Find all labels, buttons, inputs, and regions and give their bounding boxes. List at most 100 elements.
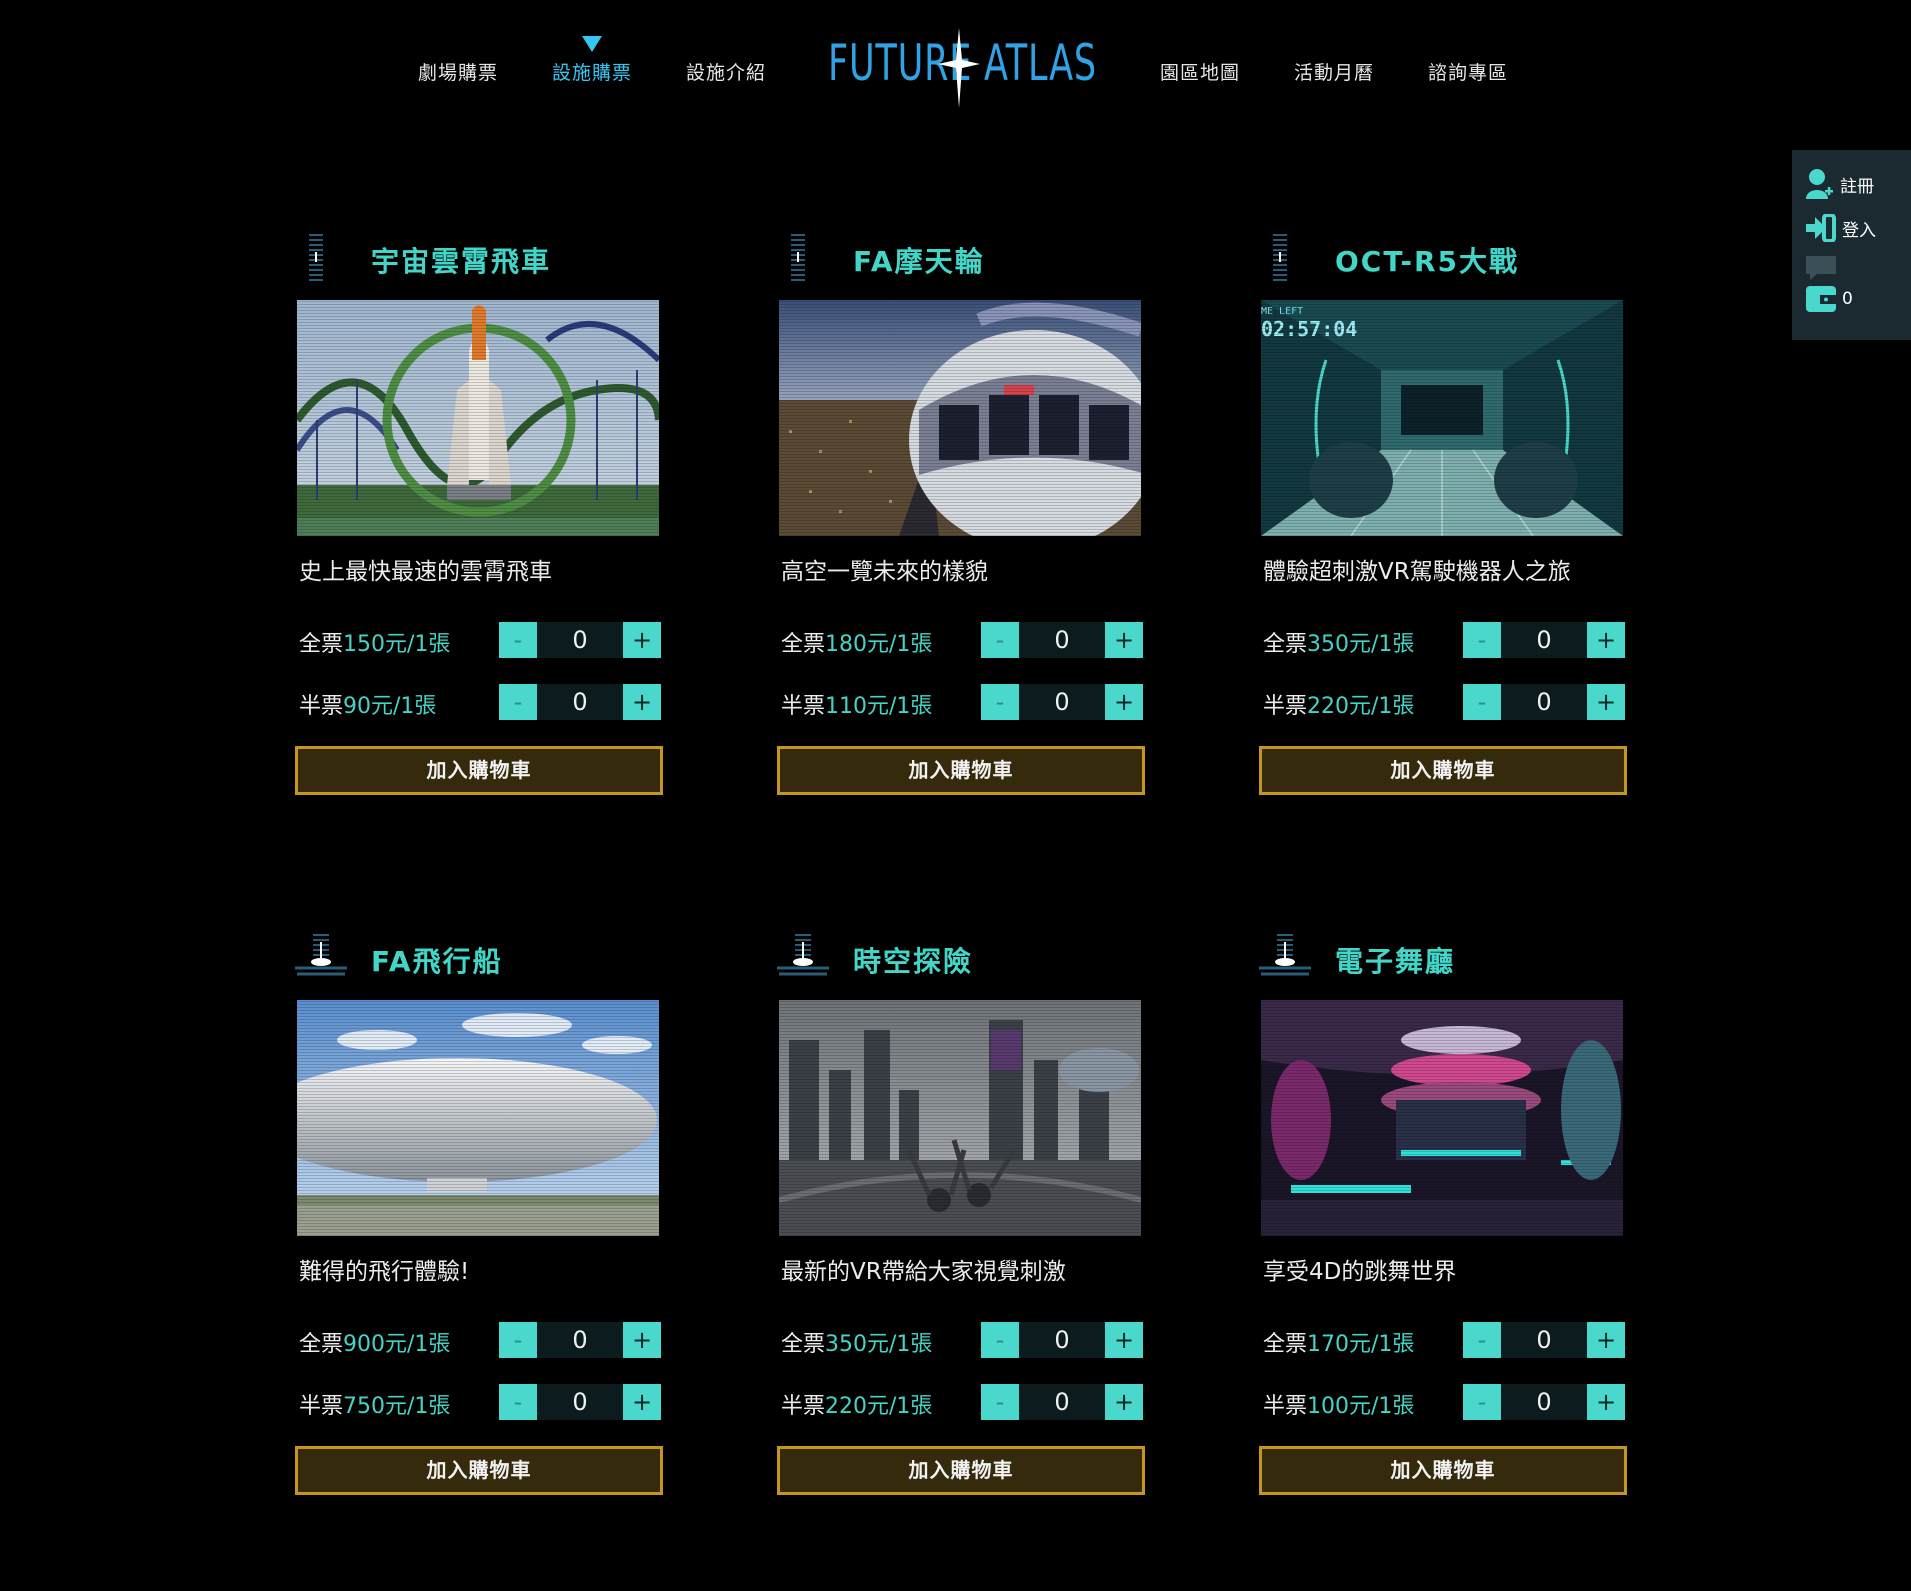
- full-ticket-amount: 180元/1張: [825, 632, 933, 657]
- vr-robot-image[interactable]: ME LEFT 02:57:04: [1261, 300, 1623, 536]
- quantity-input[interactable]: 0: [537, 1322, 623, 1358]
- card-title: 電子舞廳: [1335, 945, 1456, 978]
- quantity-input[interactable]: 0: [537, 622, 623, 658]
- half-ticket-row: 半票750元/1張 - 0 +: [299, 1384, 663, 1420]
- decrease-button[interactable]: -: [981, 622, 1019, 658]
- quantity-input[interactable]: 0: [1501, 684, 1587, 720]
- card-description: 享受4D的跳舞世界: [1263, 1259, 1457, 1285]
- quantity-input[interactable]: 0: [1019, 622, 1105, 658]
- card-description: 體驗超刺激VR駕駛機器人之旅: [1263, 559, 1571, 585]
- message-icon: [1806, 256, 1836, 280]
- decrease-button[interactable]: -: [499, 684, 537, 720]
- increase-button[interactable]: +: [1105, 684, 1143, 720]
- full-ticket-stepper: - 0 +: [1463, 1322, 1625, 1358]
- half-ticket-amount: 110元/1張: [825, 694, 933, 719]
- add-to-cart-button[interactable]: 加入購物車: [295, 1446, 663, 1495]
- joystick-icon: [295, 934, 347, 976]
- decrease-button[interactable]: -: [1463, 684, 1501, 720]
- nav-facility-intro[interactable]: 設施介紹: [686, 58, 766, 85]
- increase-button[interactable]: +: [623, 684, 661, 720]
- coaster-image[interactable]: [297, 300, 659, 536]
- decrease-button[interactable]: -: [1463, 1322, 1501, 1358]
- add-to-cart-button[interactable]: 加入購物車: [1259, 1446, 1627, 1495]
- full-ticket-price: 全票180元/1張: [781, 626, 932, 658]
- quantity-input[interactable]: 0: [1019, 684, 1105, 720]
- card-description: 史上最快最速的雲霄飛車: [299, 559, 552, 585]
- hud-timer: 02:57:04: [1261, 317, 1357, 341]
- card-header: 宇宙雲霄飛車: [295, 230, 663, 290]
- half-ticket-prefix: 半票: [1263, 1394, 1308, 1419]
- increase-button[interactable]: +: [623, 1322, 661, 1358]
- decrease-button[interactable]: -: [981, 1384, 1019, 1420]
- full-ticket-row: 全票350元/1張 - 0 +: [781, 1322, 1145, 1358]
- add-to-cart-button[interactable]: 加入購物車: [1259, 746, 1627, 795]
- full-ticket-amount: 350元/1張: [1307, 632, 1415, 657]
- add-to-cart-button[interactable]: 加入購物車: [295, 746, 663, 795]
- half-ticket-price: 半票220元/1張: [1263, 688, 1414, 720]
- card-title: 時空探險: [853, 945, 974, 978]
- time-adventure-image[interactable]: [779, 1000, 1141, 1236]
- increase-button[interactable]: +: [623, 1384, 661, 1420]
- decrease-button[interactable]: -: [1463, 622, 1501, 658]
- half-ticket-prefix: 半票: [299, 694, 344, 719]
- increase-button[interactable]: +: [1105, 1384, 1143, 1420]
- logo-star-icon: [938, 28, 980, 108]
- quantity-input[interactable]: 0: [1501, 1322, 1587, 1358]
- register-link[interactable]: 註冊: [1806, 168, 1874, 200]
- increase-button[interactable]: +: [1587, 1384, 1625, 1420]
- half-ticket-row: 半票90元/1張 - 0 +: [299, 684, 663, 720]
- quantity-input[interactable]: 0: [537, 1384, 623, 1420]
- quantity-input[interactable]: 0: [537, 684, 623, 720]
- future-atlas-logo[interactable]: FUTURE ATLAS: [826, 28, 1106, 108]
- card-header: FA飛行船: [295, 930, 663, 990]
- card-title: OCT-R5大戰: [1335, 245, 1520, 278]
- decrease-button[interactable]: -: [499, 1322, 537, 1358]
- nav-park-map[interactable]: 園區地圖: [1160, 58, 1240, 85]
- card-header: OCT-R5大戰: [1259, 230, 1627, 290]
- increase-button[interactable]: +: [623, 622, 661, 658]
- increase-button[interactable]: +: [1105, 1322, 1143, 1358]
- wallet-cart-link[interactable]: 0: [1806, 286, 1853, 312]
- register-label: 註冊: [1840, 176, 1874, 197]
- full-ticket-amount: 150元/1張: [343, 632, 451, 657]
- half-ticket-row: 半票220元/1張 - 0 +: [781, 1384, 1145, 1420]
- nav-facility-tickets[interactable]: 設施購票: [552, 58, 632, 85]
- increase-button[interactable]: +: [1587, 1322, 1625, 1358]
- ticket-gauge-icon: [309, 234, 323, 281]
- airship-image[interactable]: [297, 1000, 659, 1236]
- nav-event-calendar[interactable]: 活動月曆: [1294, 58, 1374, 85]
- nav-inquiry[interactable]: 諮詢專區: [1428, 58, 1508, 85]
- full-ticket-prefix: 全票: [1263, 632, 1308, 657]
- message-link[interactable]: [1806, 256, 1836, 280]
- card-header: FA摩天輪: [777, 230, 1145, 290]
- full-ticket-stepper: - 0 +: [1463, 622, 1625, 658]
- decrease-button[interactable]: -: [981, 684, 1019, 720]
- full-ticket-price: 全票170元/1張: [1263, 1326, 1414, 1358]
- decrease-button[interactable]: -: [499, 622, 537, 658]
- quantity-input[interactable]: 0: [1501, 1384, 1587, 1420]
- increase-button[interactable]: +: [1587, 684, 1625, 720]
- dance-hall-image[interactable]: [1261, 1000, 1623, 1236]
- decrease-button[interactable]: -: [499, 1384, 537, 1420]
- full-ticket-row: 全票170元/1張 - 0 +: [1263, 1322, 1627, 1358]
- full-ticket-amount: 350元/1張: [825, 1332, 933, 1357]
- add-to-cart-button[interactable]: 加入購物車: [777, 1446, 1145, 1495]
- nav-theater-tickets[interactable]: 劇場購票: [418, 58, 498, 85]
- decrease-button[interactable]: -: [981, 1322, 1019, 1358]
- half-ticket-prefix: 半票: [781, 1394, 826, 1419]
- quantity-input[interactable]: 0: [1501, 622, 1587, 658]
- half-ticket-price: 半票110元/1張: [781, 688, 932, 720]
- quantity-input[interactable]: 0: [1019, 1384, 1105, 1420]
- half-ticket-row: 半票110元/1張 - 0 +: [781, 684, 1145, 720]
- quantity-input[interactable]: 0: [1019, 1322, 1105, 1358]
- ferris-wheel-image[interactable]: [779, 300, 1141, 536]
- half-ticket-row: 半票100元/1張 - 0 +: [1263, 1384, 1627, 1420]
- add-to-cart-button[interactable]: 加入購物車: [777, 746, 1145, 795]
- logo-text-right: ATLAS: [984, 34, 1098, 92]
- login-link[interactable]: 登入: [1806, 214, 1876, 242]
- increase-button[interactable]: +: [1105, 622, 1143, 658]
- half-ticket-prefix: 半票: [781, 694, 826, 719]
- cart-count: 0: [1842, 289, 1853, 309]
- increase-button[interactable]: +: [1587, 622, 1625, 658]
- decrease-button[interactable]: -: [1463, 1384, 1501, 1420]
